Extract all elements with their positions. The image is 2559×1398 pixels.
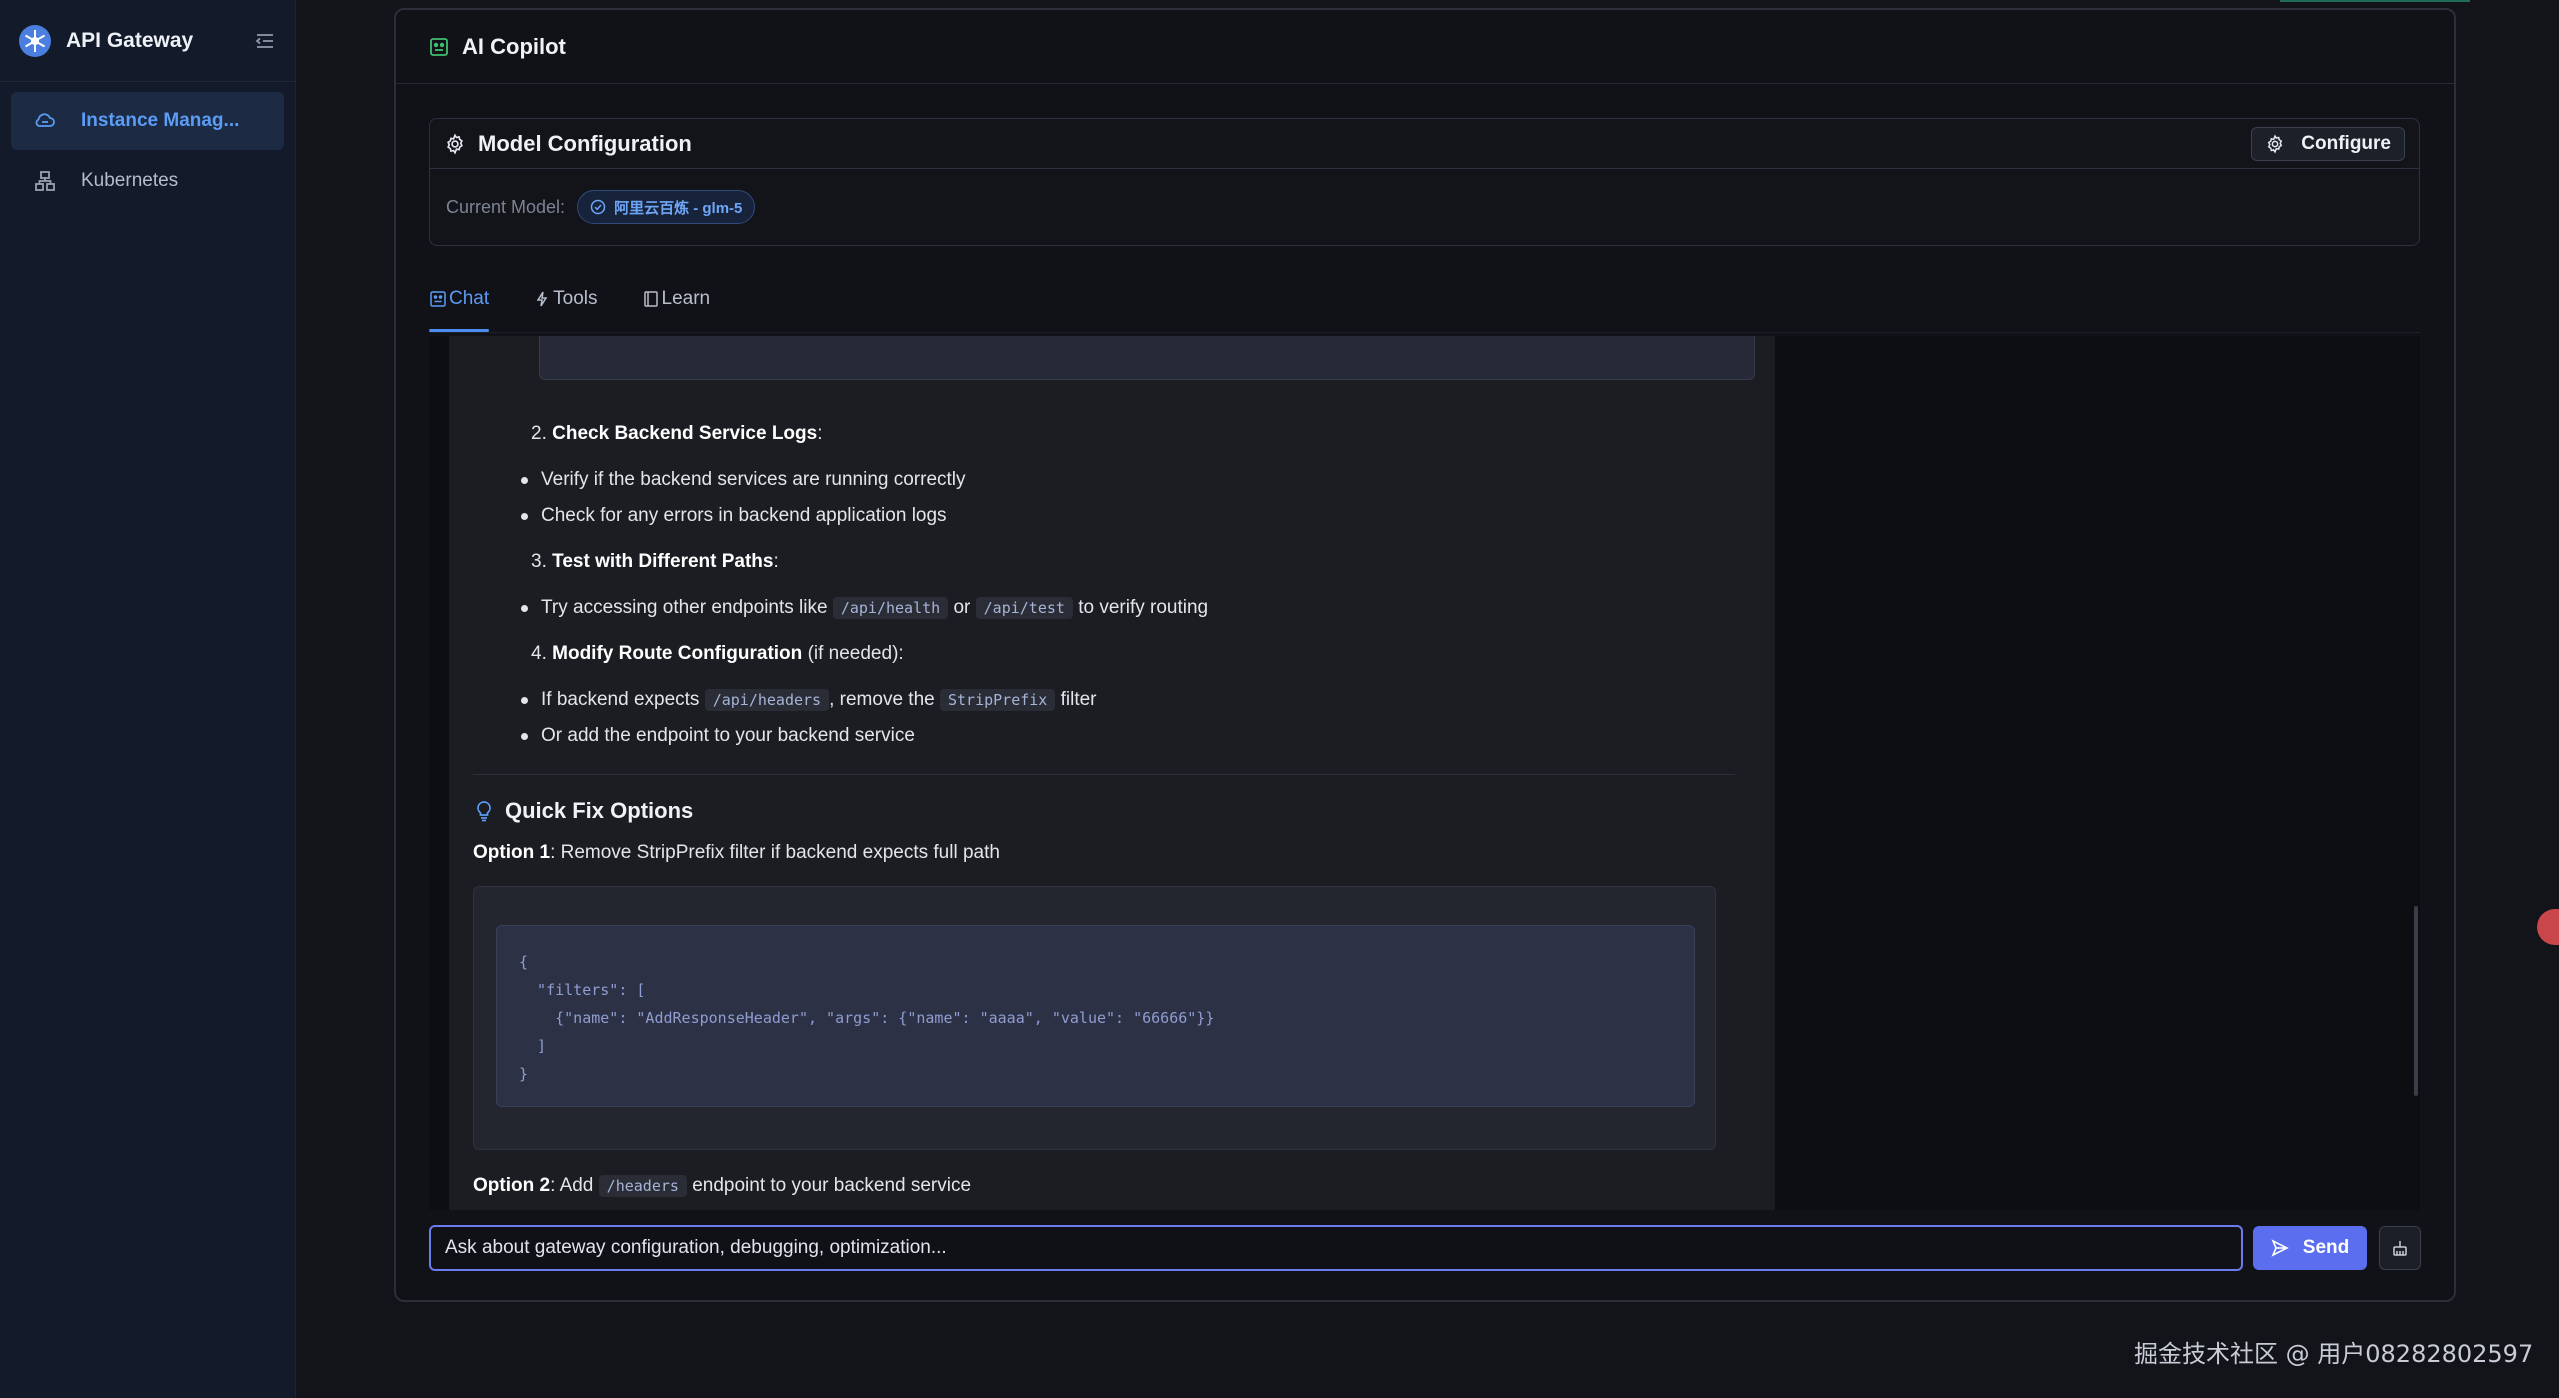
current-model-name: 阿里云百炼 - glm-5 xyxy=(614,199,743,217)
sidebar-nav: Instance Manag... Kubernetes xyxy=(0,82,295,222)
current-model-label: Current Model: xyxy=(446,196,566,217)
gateway-logo-icon xyxy=(19,24,51,57)
lightbulb-icon xyxy=(477,801,491,822)
cloud-icon xyxy=(35,113,55,127)
send-button[interactable]: Send xyxy=(2253,1226,2367,1270)
json-code-block[interactable]: { "filters": [ {"name": "AddResponseHead… xyxy=(496,925,1695,1107)
tab-chat[interactable]: Chat xyxy=(429,266,490,332)
gear-icon xyxy=(447,133,463,154)
model-card-header: Model Configuration Configure xyxy=(430,119,2419,169)
configure-label: Configure xyxy=(2301,132,2391,154)
code-block-outer: { "filters": [ {"name": "AddResponseHead… xyxy=(473,886,1716,1150)
brand-title: API Gateway xyxy=(66,28,194,52)
floating-widget-button[interactable] xyxy=(2537,909,2559,945)
brand: API Gateway xyxy=(0,0,295,82)
code-line: {"name": "AddResponseHeader", "args": {"… xyxy=(519,1009,1215,1027)
panel-header: AI Copilot xyxy=(396,10,2454,84)
inline-code: /api/test xyxy=(975,597,1073,619)
broom-icon xyxy=(2393,1241,2407,1256)
code-line: { xyxy=(519,953,529,971)
inline-code: /api/health xyxy=(832,597,949,619)
quick-fix-heading: Quick Fix Options xyxy=(473,798,693,824)
section-divider xyxy=(473,774,1735,775)
tab-label: Learn xyxy=(661,288,711,309)
inline-code: /headers xyxy=(598,1175,687,1197)
sidebar-item-kubernetes[interactable]: Kubernetes xyxy=(11,152,284,210)
list-item: Check for any errors in backend applicat… xyxy=(521,502,947,530)
watermark: 掘金技术社区 @ 用户08282802597 xyxy=(2134,1340,2534,1368)
robot-icon xyxy=(430,37,448,56)
code-line: "filters": [ xyxy=(519,981,646,999)
chat-input[interactable] xyxy=(429,1225,2243,1271)
step-3: 3. Test with Different Paths: xyxy=(531,551,779,572)
tab-tools[interactable]: Tools xyxy=(533,266,598,332)
model-configuration-card: Model Configuration Configure Current Mo… xyxy=(429,118,2420,246)
ai-copilot-panel: AI Copilot Model Configuration Configure… xyxy=(394,8,2456,1302)
inline-code: /api/headers xyxy=(704,689,830,711)
send-label: Send xyxy=(2302,1237,2350,1258)
sidebar-item-label: Instance Manag... xyxy=(81,110,240,131)
cluster-icon xyxy=(35,171,55,191)
sidebar: API Gateway Instance Manag... Kubernetes xyxy=(0,0,296,1398)
top-accent-line xyxy=(2280,0,2470,2)
code-line: } xyxy=(519,1065,529,1083)
list-item: If backend expects /api/headers, remove … xyxy=(521,686,1097,714)
tabs-divider xyxy=(429,332,2420,333)
list-item: Verify if the backend services are runni… xyxy=(521,466,966,494)
lightning-icon xyxy=(536,291,548,307)
code-line: ] xyxy=(519,1037,547,1055)
send-icon xyxy=(2271,1239,2289,1257)
copilot-tabs: Chat Tools Learn xyxy=(429,266,754,332)
chat-input-row: Send xyxy=(429,1224,2421,1272)
book-icon xyxy=(643,291,658,307)
chat-messages[interactable]: 2. Check Backend Service Logs: Verify if… xyxy=(429,336,2420,1210)
chat-scrollbar[interactable] xyxy=(2414,906,2418,1096)
menu-collapse-icon[interactable] xyxy=(253,29,277,53)
check-circle-icon xyxy=(590,199,606,215)
inline-code: StripPrefix xyxy=(939,689,1056,711)
tab-learn[interactable]: Learn xyxy=(642,266,711,332)
model-config-title: Model Configuration xyxy=(478,130,692,156)
gear-icon xyxy=(2268,133,2283,154)
assistant-message: 2. Check Backend Service Logs: Verify if… xyxy=(449,336,1775,1210)
list-item: Try accessing other endpoints like /api/… xyxy=(520,594,1208,622)
step-2: 2. Check Backend Service Logs: xyxy=(531,423,823,444)
tab-label: Chat xyxy=(449,288,490,309)
list-item: Or add the endpoint to your backend serv… xyxy=(521,722,915,750)
code-block xyxy=(539,336,1755,380)
robot-icon xyxy=(430,291,446,307)
tab-label: Tools xyxy=(553,288,598,309)
sidebar-item-instance-management[interactable]: Instance Manag... xyxy=(11,92,284,150)
model-card-body: Current Model: 阿里云百炼 - glm-5 xyxy=(430,169,2419,245)
option-1: Option 1: Remove StripPrefix filter if b… xyxy=(473,842,1000,863)
panel-title: AI Copilot xyxy=(462,33,566,59)
configure-button[interactable]: Configure xyxy=(2251,126,2405,161)
current-model-badge: 阿里云百炼 - glm-5 xyxy=(577,190,756,224)
step-4: 4. Modify Route Configuration (if needed… xyxy=(531,643,904,664)
clear-chat-button[interactable] xyxy=(2379,1226,2421,1270)
option-2: Option 2: Add /headers endpoint to your … xyxy=(473,1175,972,1197)
sidebar-item-label: Kubernetes xyxy=(81,170,179,191)
